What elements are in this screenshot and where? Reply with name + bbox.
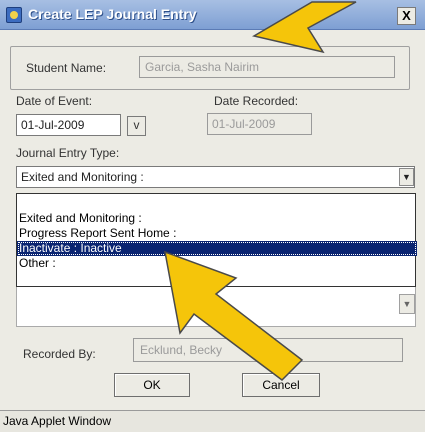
top-arrow-icon	[251, 1, 357, 54]
pointer-arrow-icon	[164, 250, 304, 381]
annotation-arrows	[164, 1, 357, 381]
